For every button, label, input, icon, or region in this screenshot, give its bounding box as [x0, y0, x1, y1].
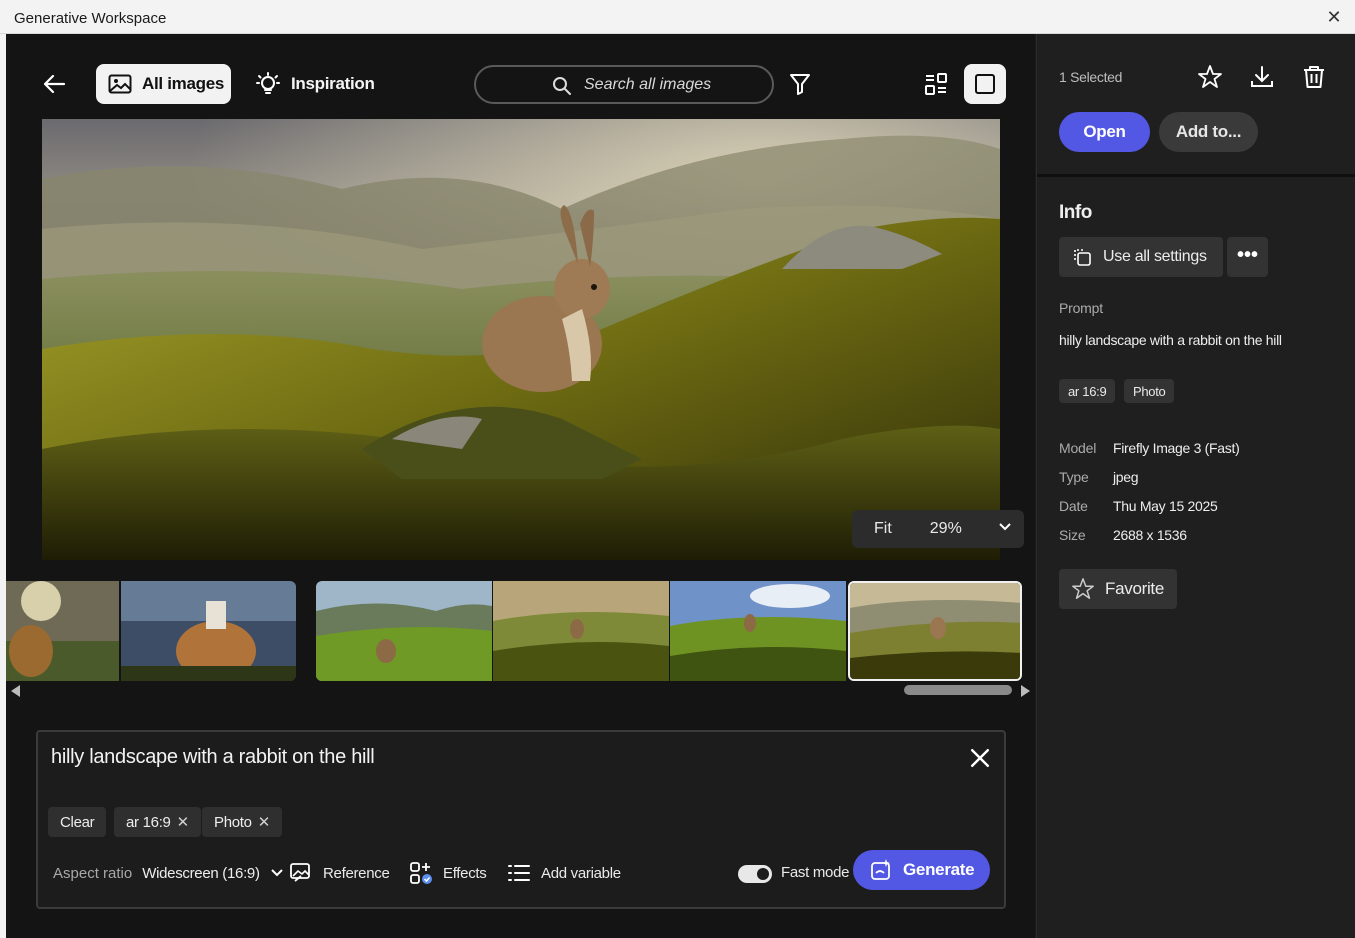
prompt-input[interactable]: hilly landscape with a rabbit on the hil…	[51, 746, 375, 769]
chip-aspect[interactable]: ar 16:9 ✕	[114, 807, 201, 837]
open-button[interactable]: Open	[1059, 112, 1150, 152]
prompt-value: hilly landscape with a rabbit on the hil…	[1059, 332, 1282, 348]
grid-view-button[interactable]	[924, 72, 950, 98]
prompt-panel: hilly landscape with a rabbit on the hil…	[36, 730, 1006, 909]
tab-all-images[interactable]: All images	[96, 64, 231, 104]
trash-icon	[1304, 66, 1324, 88]
meta-value-date: Thu May 15 2025	[1113, 498, 1218, 514]
thumbnail-rabbit-2[interactable]	[493, 581, 669, 681]
window-title: Generative Workspace	[14, 10, 167, 27]
tab-all-images-label: All images	[142, 74, 225, 93]
toggle-knob	[757, 868, 769, 880]
favorite-star-button[interactable]	[1197, 64, 1223, 90]
details-panel: 1 Selected Open Add to... Info Use all s…	[1036, 34, 1355, 938]
clear-button[interactable]: Clear	[48, 807, 107, 837]
chip-photo-label: Photo	[214, 813, 252, 831]
meta-value-model: Firefly Image 3 (Fast)	[1113, 440, 1240, 456]
search-input[interactable]: Search all images	[474, 65, 774, 104]
scroll-right-arrow-icon[interactable]	[1020, 685, 1030, 697]
main-workspace: All images Inspiration Search all images	[6, 34, 1035, 938]
thumbnail-strip	[6, 581, 1035, 682]
use-all-settings-button[interactable]: Use all settings	[1059, 237, 1223, 277]
favorite-label: Favorite	[1105, 579, 1165, 598]
thumbnail-rabbit-3[interactable]	[670, 581, 846, 681]
aspect-ratio-value: Widescreen (16:9)	[142, 864, 260, 882]
add-to-button[interactable]: Add to...	[1159, 112, 1258, 152]
reference-image-icon	[290, 863, 310, 882]
arrow-left-icon	[43, 74, 66, 94]
meta-value-size: 2688 x 1536	[1113, 527, 1187, 543]
effects-icon	[410, 862, 432, 884]
reference-button[interactable]: Reference	[289, 856, 390, 890]
zoom-control[interactable]: Fit 29%	[852, 510, 1024, 548]
close-icon[interactable]	[970, 748, 990, 768]
list-icon	[508, 865, 530, 881]
info-heading: Info	[1059, 202, 1092, 223]
generate-button[interactable]: Generate	[853, 850, 990, 890]
copy-settings-icon	[1074, 249, 1091, 266]
thumbnail-scrollbar[interactable]	[904, 685, 1012, 695]
effects-button[interactable]: Effects	[409, 856, 487, 890]
window-titlebar: Generative Workspace ✕	[0, 0, 1355, 34]
fit-button[interactable]: Fit	[874, 520, 892, 538]
effects-label: Effects	[443, 864, 487, 882]
reference-label: Reference	[323, 864, 390, 882]
prompt-options-row: Aspect ratio Widescreen (16:9) Reference…	[53, 856, 993, 890]
scroll-left-arrow-icon[interactable]	[11, 685, 21, 697]
thumbnail-lion-2[interactable]	[121, 581, 296, 681]
lightbulb-icon	[256, 72, 280, 94]
chevron-down-icon	[270, 868, 283, 876]
prompt-label: Prompt	[1059, 300, 1103, 316]
generate-label: Generate	[903, 860, 975, 879]
fast-mode-toggle[interactable]	[738, 865, 772, 883]
aspect-ratio-label: Aspect ratio	[53, 864, 133, 882]
meta-label-date: Date	[1059, 498, 1088, 514]
chip-aspect-label: ar 16:9	[126, 813, 171, 831]
window-close-button[interactable]: ✕	[1323, 6, 1345, 28]
thumbnail-rabbit-1[interactable]	[316, 581, 492, 681]
more-options-button[interactable]: •••	[1227, 237, 1268, 277]
filter-icon	[790, 74, 810, 95]
meta-label-size: Size	[1059, 527, 1086, 543]
selected-count: 1 Selected	[1059, 69, 1123, 85]
zoom-level[interactable]: 29%	[930, 520, 962, 538]
grid-view-icon	[925, 73, 947, 95]
back-button[interactable]	[42, 72, 72, 98]
fast-mode-label: Fast mode	[781, 864, 850, 881]
meta-label-model: Model	[1059, 440, 1097, 456]
tab-inspiration-label: Inspiration	[291, 74, 375, 93]
divider	[1037, 174, 1355, 177]
chip-remove-icon[interactable]: ✕	[258, 813, 271, 831]
chip-remove-icon[interactable]: ✕	[177, 813, 190, 831]
chevron-down-icon[interactable]	[998, 522, 1012, 532]
star-icon	[1198, 65, 1222, 88]
meta-label-type: Type	[1059, 469, 1089, 485]
thumbnail-rabbit-4-selected[interactable]	[848, 581, 1022, 681]
single-view-button[interactable]	[964, 64, 1006, 104]
generate-sparkle-icon	[871, 859, 890, 880]
tab-inspiration[interactable]: Inspiration	[251, 64, 381, 104]
use-all-settings-label: Use all settings	[1103, 248, 1207, 265]
chip-photo[interactable]: Photo ✕	[202, 807, 282, 837]
aspect-ratio-dropdown[interactable]: Widescreen (16:9)	[142, 865, 283, 882]
meta-value-type: jpeg	[1113, 469, 1139, 485]
tag-aspect: ar 16:9	[1059, 379, 1116, 403]
star-icon	[1072, 578, 1094, 599]
main-image[interactable]	[42, 119, 1000, 560]
add-variable-label: Add variable	[541, 864, 621, 882]
search-placeholder: Search all images	[584, 75, 712, 93]
thumbnail-lion-1[interactable]	[6, 581, 119, 681]
image-icon	[108, 74, 132, 94]
search-icon	[553, 77, 571, 95]
single-view-icon	[975, 74, 995, 94]
clear-label: Clear	[60, 813, 95, 831]
tag-photo: Photo	[1124, 379, 1175, 403]
filter-button[interactable]	[788, 72, 814, 98]
favorite-button[interactable]: Favorite	[1059, 569, 1177, 609]
delete-button[interactable]	[1301, 64, 1327, 90]
download-icon	[1251, 66, 1273, 87]
add-variable-button[interactable]: Add variable	[507, 856, 621, 890]
rabbit-landscape-image	[42, 119, 1000, 560]
download-button[interactable]	[1249, 64, 1275, 90]
